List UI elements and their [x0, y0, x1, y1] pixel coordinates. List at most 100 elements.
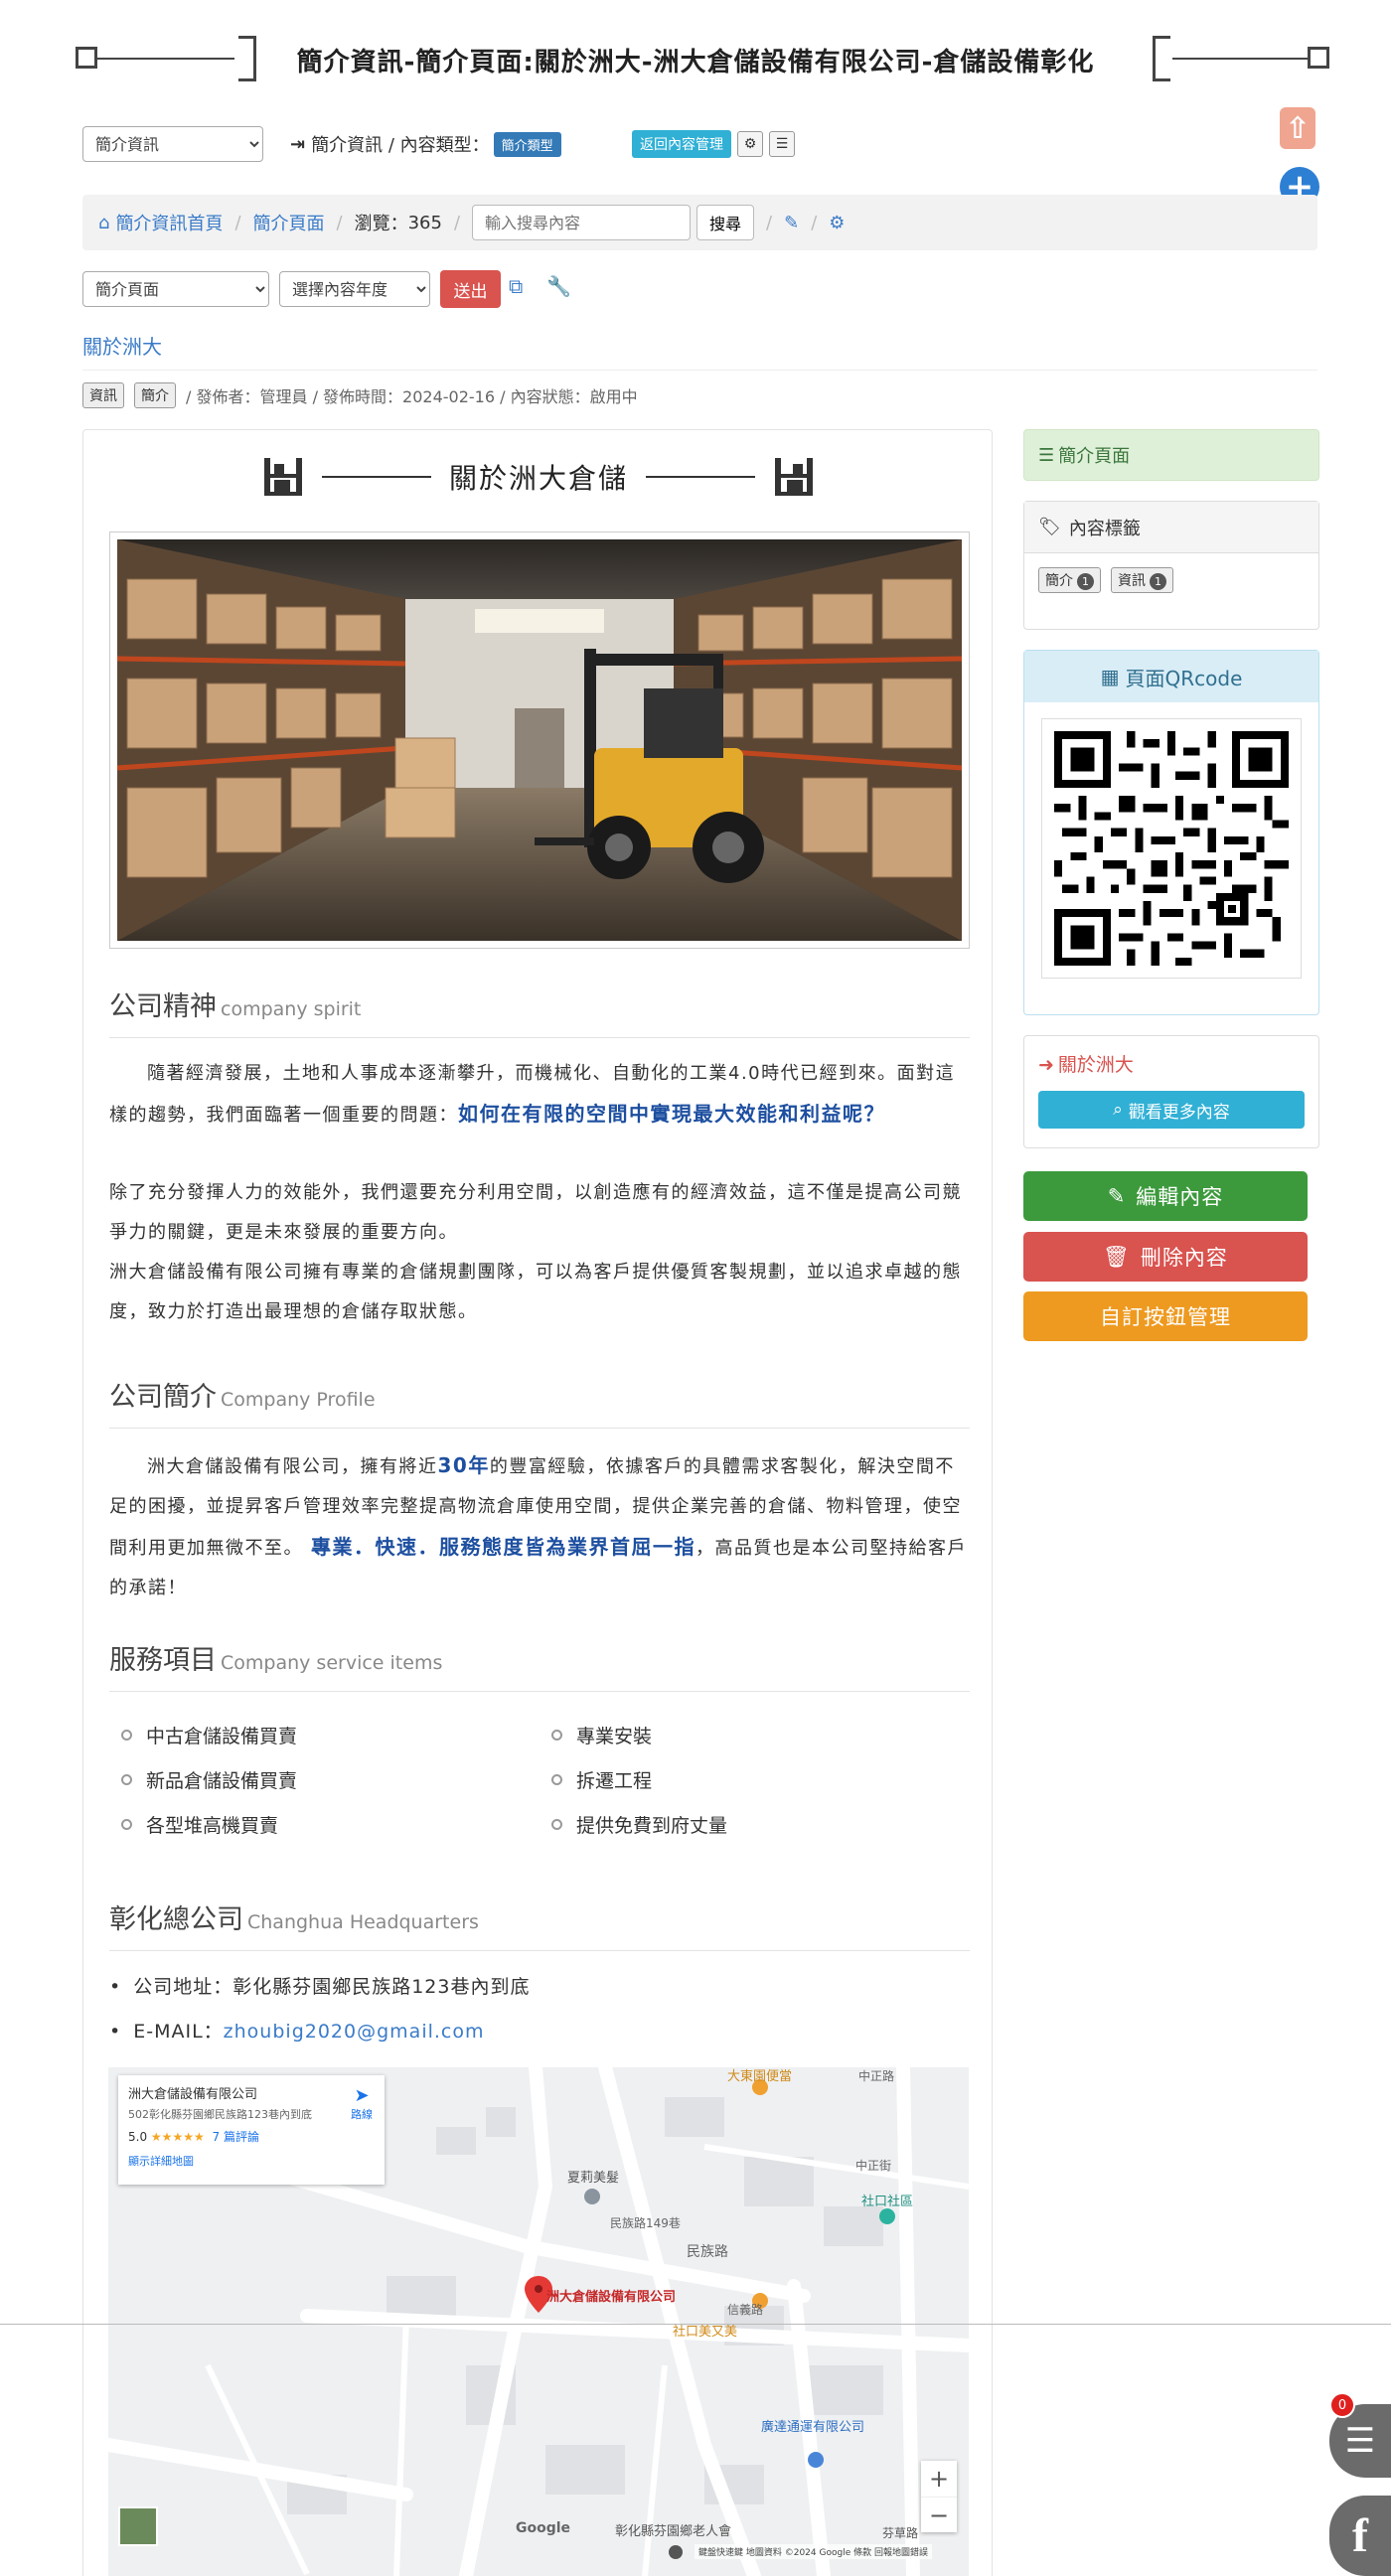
map-card-title: 洲大倉儲設備有限公司 — [128, 2087, 258, 2102]
qrcode-icon: ▦ — [1100, 665, 1120, 688]
page-select[interactable]: 簡介頁面 — [82, 271, 269, 307]
zoom-in-icon[interactable]: + — [921, 2461, 957, 2497]
search-button[interactable]: 搜尋 — [696, 205, 755, 240]
map-reviews-link[interactable]: 7 篇評論 — [213, 2130, 259, 2144]
sidebar-tags-header-text: 內容標籤 — [1068, 518, 1141, 539]
map-larger-link[interactable]: 顯示詳細地圖 — [128, 2153, 375, 2169]
pencil-icon: ✎ — [1107, 1184, 1127, 1208]
sidebar-tag-name: 簡介 — [1045, 573, 1073, 589]
tag-intro[interactable]: 簡介 — [134, 382, 176, 408]
article-heading: 關於洲大倉儲 — [83, 456, 994, 498]
edit-content-button[interactable]: ✎ 編輯內容 — [1023, 1171, 1308, 1221]
sidebar-related-link[interactable]: ➜ 關於洲大 — [1024, 1036, 1318, 1077]
sidebar-tag-count: 1 — [1150, 573, 1166, 590]
map-road: 民族路149巷 — [610, 2216, 681, 2230]
facebook-icon[interactable]: f — [1329, 2496, 1391, 2576]
shelf-icon — [775, 458, 813, 496]
warehouse-image — [109, 531, 970, 949]
sidebar-page-header[interactable]: ☰ 簡介頁面 — [1023, 429, 1319, 481]
map-footer: 鍵盤快速鍵 地圖資料 ©2024 Google 條款 回報地圖錯誤 — [695, 2544, 932, 2559]
services-heading: 服務項目 Company service items — [109, 1638, 970, 1692]
sidebar-tag-count: 1 — [1077, 573, 1094, 590]
hq-subtitle: Changhua Headquarters — [247, 1911, 479, 1933]
external-link-icon[interactable]: ⧉ — [509, 274, 523, 298]
map-place: 社口社區 — [861, 2195, 914, 2209]
satellite-toggle-icon[interactable] — [118, 2506, 158, 2546]
sidebar-related-box: ➜ 關於洲大 ⌕ 觀看更多內容 — [1023, 1035, 1319, 1148]
view-more-button[interactable]: ⌕ 觀看更多內容 — [1038, 1091, 1305, 1129]
services-title: 服務項目 — [109, 1645, 217, 1676]
service-item: 新品倉儲設備買賣 — [121, 1766, 297, 1793]
shelf-icon — [263, 458, 302, 496]
list-icon[interactable]: ☰ — [769, 131, 795, 157]
qrcode-graphic — [1054, 731, 1289, 966]
profile-text-1: 洲大倉儲設備有限公司，擁有將近 — [147, 1456, 438, 1477]
tag-icon: 🏷 — [1038, 517, 1061, 537]
qrcode-image — [1041, 718, 1302, 979]
back-to-management-button[interactable]: 返回內容管理 — [632, 130, 731, 158]
service-item: 提供免費到府丈量 — [551, 1811, 727, 1838]
year-select[interactable]: 選擇內容年度 — [279, 271, 430, 307]
map-place: 彰化縣芬園鄉老人會 — [615, 2524, 732, 2539]
hq-email-link[interactable]: zhoubig2020@gmail.com — [224, 2021, 485, 2043]
breadcrumb: ⌂ 簡介資訊首頁 / 簡介頁面 / 瀏覽： 365 / 搜尋 / ✎ / ⚙ — [82, 195, 1317, 250]
map-place: 廣達通運有限公司 — [761, 2420, 865, 2435]
google-map[interactable]: 洲大倉儲設備有限公司 大東園便當 夏莉美髮 社口社區 社口美又美 廣達通運有限公… — [108, 2067, 969, 2576]
sidebar-qr-header-text: 頁面QRcode — [1125, 666, 1243, 690]
hq-address-text: 公司地址：彰化縣芬園鄉民族路123巷內到底 — [133, 1976, 531, 1998]
content-path: ⇥ 簡介資訊 / 內容類型： 簡介類型 — [290, 128, 561, 160]
article-title-link[interactable]: 關於洲大 — [82, 331, 162, 360]
page-title: 簡介資訊-簡介頁面:關於洲大-洲大倉儲設備有限公司-倉儲設備彰化 — [296, 48, 1095, 77]
overlay-divider — [0, 2324, 1391, 2325]
sidebar-tag[interactable]: 資訊 1 — [1111, 567, 1173, 593]
profile-title: 公司簡介 — [109, 1382, 217, 1413]
map-directions[interactable]: ➤ 路線 — [351, 2085, 373, 2122]
map-rating-value: 5.0 — [128, 2130, 148, 2144]
map-road: 信義路 — [727, 2303, 764, 2317]
submit-button[interactable]: 送出 — [440, 270, 501, 308]
sidebar-tag-list: 簡介 1 資訊 1 — [1024, 553, 1318, 607]
scroll-top-icon[interactable]: ⇧ — [1280, 107, 1315, 149]
sign-in-icon: ⇥ — [290, 133, 306, 155]
edit-icon[interactable]: ✎ — [784, 213, 799, 233]
gear-icon[interactable]: ⚙ — [737, 131, 763, 157]
chat-count-badge: 0 — [1329, 2392, 1355, 2418]
services-subtitle: Company service items — [221, 1652, 443, 1674]
map-directions-label: 路線 — [351, 2108, 373, 2121]
title-line-right — [1172, 58, 1308, 60]
breadcrumb-page-link[interactable]: 簡介頁面 — [253, 210, 325, 235]
sidebar-tag[interactable]: 簡介 1 — [1038, 567, 1101, 593]
content-path-text: 簡介資訊 / 內容類型： — [311, 135, 490, 156]
wrench-icon[interactable]: 🔧 — [546, 274, 571, 298]
delete-content-button[interactable]: 🗑 刪除內容 — [1023, 1232, 1308, 1282]
service-item: 中古倉儲設備買賣 — [121, 1722, 297, 1748]
article-heading-text: 關於洲大倉儲 — [448, 462, 628, 495]
heading-line-right — [646, 476, 755, 478]
custom-button-management[interactable]: 自訂按鈕管理 — [1023, 1291, 1308, 1341]
home-icon: ⌂ — [98, 212, 110, 233]
title-bar: 簡介資訊-簡介頁面:關於洲大-洲大倉儲設備有限公司-倉儲設備彰化 — [0, 0, 1391, 119]
spirit-highlight: 如何在有限的空間中實現最大效能和利益呢？ — [458, 1102, 885, 1126]
map-place: 夏莉美髮 — [567, 2171, 620, 2186]
title-bracket-right — [1153, 36, 1170, 81]
service-item: 專業安裝 — [551, 1722, 652, 1748]
spirit-subtitle: company spirit — [221, 998, 362, 1020]
search-input[interactable] — [472, 205, 692, 240]
spirit-title: 公司精神 — [109, 991, 217, 1022]
tag-info[interactable]: 資訊 — [82, 382, 124, 408]
zoom-out-icon[interactable]: − — [921, 2497, 957, 2532]
sidebar-tag-name: 資訊 — [1118, 573, 1146, 589]
spirit-paragraph-3: 洲大倉儲設備有限公司擁有專業的倉儲規劃團隊，可以為客戶提供優質客製規劃，並以追求… — [109, 1262, 962, 1322]
map-road: 中正路 — [858, 2069, 895, 2083]
map-rating: 5.0 ★★★★★ 7 篇評論 — [128, 2128, 375, 2145]
settings-icon[interactable]: ⚙ — [829, 213, 845, 233]
breadcrumb-home-link[interactable]: 簡介資訊首頁 — [115, 210, 223, 235]
list-icon: ☰ — [1038, 444, 1055, 466]
category-select[interactable]: 簡介資訊 — [82, 126, 263, 162]
map-place: 芬草路 — [882, 2526, 919, 2540]
hq-email-label: E-MAIL： — [133, 2021, 224, 2043]
map-road: 民族路 — [687, 2244, 728, 2260]
map-place: 大東園便當 — [727, 2069, 793, 2084]
view-more-button-text: 觀看更多內容 — [1128, 1102, 1230, 1123]
sidebar-tags-box: 🏷 內容標籤 簡介 1 資訊 1 — [1023, 501, 1319, 630]
